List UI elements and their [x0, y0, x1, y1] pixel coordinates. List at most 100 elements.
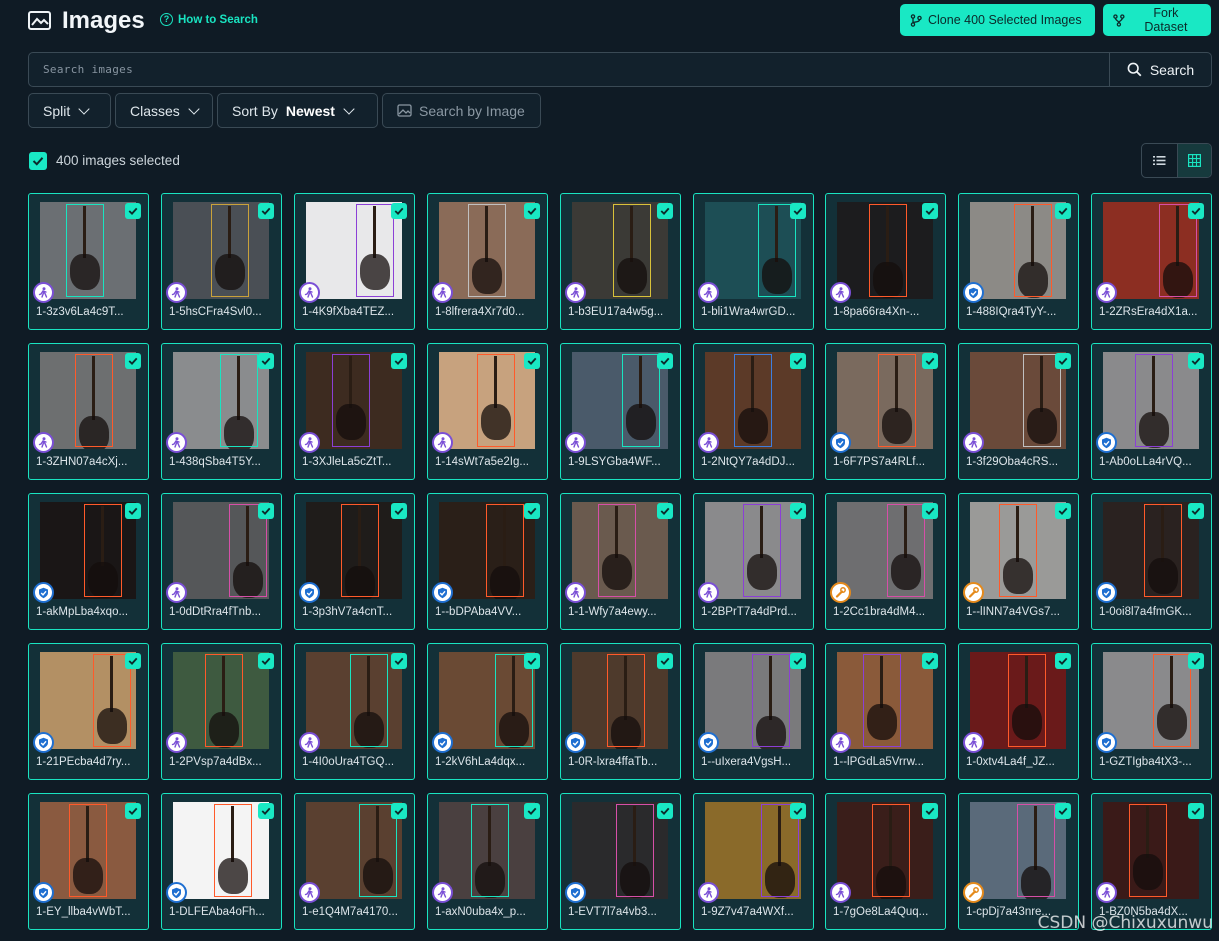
image-checkbox[interactable] — [1188, 203, 1204, 219]
image-thumbnail[interactable] — [439, 202, 535, 299]
image-checkbox[interactable] — [657, 803, 673, 819]
image-thumbnail[interactable] — [572, 352, 668, 449]
image-checkbox[interactable] — [524, 503, 540, 519]
image-checkbox[interactable] — [391, 503, 407, 519]
image-checkbox[interactable] — [790, 803, 806, 819]
image-checkbox[interactable] — [524, 203, 540, 219]
image-card[interactable]: 1-2BPrT7a4dPrd... — [693, 493, 814, 630]
list-view-button[interactable] — [1142, 144, 1177, 177]
image-card[interactable]: 1-2ZRsEra4dX1a... — [1091, 193, 1212, 330]
image-thumbnail[interactable] — [837, 802, 933, 899]
image-card[interactable]: 1--lPGdLa5Vrrw... — [825, 643, 946, 780]
image-checkbox[interactable] — [391, 803, 407, 819]
split-dropdown[interactable]: Split — [28, 93, 111, 128]
image-thumbnail[interactable] — [439, 352, 535, 449]
image-checkbox[interactable] — [1055, 503, 1071, 519]
image-thumbnail[interactable] — [837, 652, 933, 749]
image-card[interactable]: 1-438qSba4T5Y... — [161, 343, 282, 480]
image-thumbnail[interactable] — [1103, 502, 1199, 599]
image-checkbox[interactable] — [125, 203, 141, 219]
image-thumbnail[interactable] — [705, 652, 801, 749]
image-checkbox[interactable] — [258, 503, 274, 519]
image-checkbox[interactable] — [922, 653, 938, 669]
image-thumbnail[interactable] — [572, 652, 668, 749]
image-thumbnail[interactable] — [837, 502, 933, 599]
image-card[interactable]: 1-488IQra4TyY-... — [958, 193, 1079, 330]
image-thumbnail[interactable] — [572, 802, 668, 899]
image-card[interactable]: 1-4I0oUra4TGQ... — [294, 643, 415, 780]
image-checkbox[interactable] — [125, 653, 141, 669]
image-checkbox[interactable] — [524, 803, 540, 819]
image-card[interactable]: 1-5hsCFra4Svl0... — [161, 193, 282, 330]
image-thumbnail[interactable] — [173, 802, 269, 899]
image-checkbox[interactable] — [524, 653, 540, 669]
image-checkbox[interactable] — [1188, 803, 1204, 819]
image-thumbnail[interactable] — [1103, 202, 1199, 299]
image-card[interactable]: 1-3ZHN07a4cXj... — [28, 343, 149, 480]
image-thumbnail[interactable] — [40, 502, 136, 599]
image-thumbnail[interactable] — [1103, 352, 1199, 449]
image-thumbnail[interactable] — [173, 652, 269, 749]
image-checkbox[interactable] — [258, 203, 274, 219]
image-checkbox[interactable] — [1188, 353, 1204, 369]
image-card[interactable]: 1-Ab0oLLa4rVQ... — [1091, 343, 1212, 480]
sort-dropdown[interactable]: Sort By Newest — [217, 93, 378, 128]
image-card[interactable]: 1-6F7PS7a4RLf... — [825, 343, 946, 480]
image-thumbnail[interactable] — [970, 352, 1066, 449]
image-card[interactable]: 1-EY_llba4vWbT... — [28, 793, 149, 930]
image-card[interactable]: 1-EVT7l7a4vb3... — [560, 793, 681, 930]
image-checkbox[interactable] — [1055, 803, 1071, 819]
image-card[interactable]: 1-3XJleLa5cZtT... — [294, 343, 415, 480]
image-card[interactable]: 1-3f29Oba4cRS... — [958, 343, 1079, 480]
image-checkbox[interactable] — [391, 353, 407, 369]
image-checkbox[interactable] — [391, 203, 407, 219]
image-checkbox[interactable] — [790, 503, 806, 519]
image-thumbnail[interactable] — [970, 802, 1066, 899]
image-card[interactable]: 1-8lfrera4Xr7d0... — [427, 193, 548, 330]
image-checkbox[interactable] — [1188, 653, 1204, 669]
image-card[interactable]: 1-bli1Wra4wrGD... — [693, 193, 814, 330]
image-card[interactable]: 1-GZTIgba4tX3-... — [1091, 643, 1212, 780]
image-thumbnail[interactable] — [1103, 652, 1199, 749]
image-checkbox[interactable] — [922, 503, 938, 519]
image-checkbox[interactable] — [1188, 503, 1204, 519]
image-thumbnail[interactable] — [705, 352, 801, 449]
image-checkbox[interactable] — [790, 203, 806, 219]
image-card[interactable]: 1-DLFEAba4oFh... — [161, 793, 282, 930]
grid-view-button[interactable] — [1176, 144, 1211, 177]
search-button[interactable]: Search — [1109, 53, 1211, 86]
image-checkbox[interactable] — [657, 503, 673, 519]
image-thumbnail[interactable] — [40, 352, 136, 449]
image-card[interactable]: 1-0xtv4La4f_JZ... — [958, 643, 1079, 780]
image-thumbnail[interactable] — [40, 202, 136, 299]
search-input[interactable] — [29, 53, 1109, 86]
image-thumbnail[interactable] — [439, 802, 535, 899]
image-card[interactable]: 1-4K9fXba4TEZ... — [294, 193, 415, 330]
image-card[interactable]: 1--uIxera4VgsH... — [693, 643, 814, 780]
image-thumbnail[interactable] — [173, 352, 269, 449]
image-checkbox[interactable] — [1055, 353, 1071, 369]
image-card[interactable]: 1-0dDtRra4fTnb... — [161, 493, 282, 630]
image-checkbox[interactable] — [790, 653, 806, 669]
image-checkbox[interactable] — [657, 653, 673, 669]
image-card[interactable]: 1-0oi8l7a4fmGK... — [1091, 493, 1212, 630]
image-card[interactable]: 1-axN0uba4x_p... — [427, 793, 548, 930]
image-thumbnail[interactable] — [306, 352, 402, 449]
image-checkbox[interactable] — [1055, 203, 1071, 219]
image-checkbox[interactable] — [922, 203, 938, 219]
image-thumbnail[interactable] — [837, 202, 933, 299]
fork-dataset-button[interactable]: Fork Dataset — [1103, 4, 1211, 36]
image-checkbox[interactable] — [524, 353, 540, 369]
image-thumbnail[interactable] — [306, 202, 402, 299]
clone-images-button[interactable]: Clone 400 Selected Images — [900, 4, 1095, 36]
image-checkbox[interactable] — [1055, 653, 1071, 669]
image-checkbox[interactable] — [258, 353, 274, 369]
image-thumbnail[interactable] — [1103, 802, 1199, 899]
image-checkbox[interactable] — [790, 353, 806, 369]
image-checkbox[interactable] — [125, 803, 141, 819]
image-card[interactable]: 1-9LSYGba4WF... — [560, 343, 681, 480]
image-checkbox[interactable] — [258, 653, 274, 669]
image-card[interactable]: 1-9Z7v47a4WXf... — [693, 793, 814, 930]
image-thumbnail[interactable] — [173, 202, 269, 299]
image-card[interactable]: 1-2kV6hLa4dqx... — [427, 643, 548, 780]
